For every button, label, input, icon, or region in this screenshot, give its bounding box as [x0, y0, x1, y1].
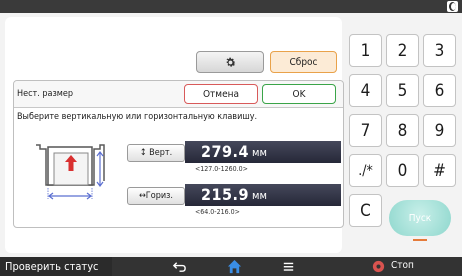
back-icon[interactable] [172, 259, 187, 274]
vertical-unit: мм [252, 146, 267, 159]
custom-size-panel: Нест. размер Отмена OK Выберите вертикал… [13, 80, 344, 228]
horizontal-size-button[interactable]: ↔Гориз. [127, 187, 185, 205]
bottom-bar: Проверить статус Стоп [0, 257, 462, 276]
energy-saver-icon[interactable] [447, 1, 458, 12]
key-6[interactable]: 6 [423, 74, 456, 107]
key-7[interactable]: 7 [349, 114, 382, 147]
vertical-size-button[interactable]: ↕ Верт. [127, 144, 185, 162]
key-3[interactable]: 3 [423, 34, 456, 67]
key-2[interactable]: 2 [386, 34, 419, 67]
horizontal-value-display: 215.9 мм [185, 184, 341, 206]
ok-button[interactable]: OK [262, 84, 336, 104]
vertical-range: <127.0-1260.0> [195, 165, 248, 173]
key-9[interactable]: 9 [423, 114, 456, 147]
key-1[interactable]: 1 [349, 34, 382, 67]
vertical-value-display: 279.4 мм [185, 141, 341, 163]
stop-icon[interactable] [371, 259, 386, 274]
stop-label[interactable]: Стоп [391, 260, 414, 271]
numeric-keypad: 1 2 3 4 5 6 7 8 9 ./* 0 # C Пуск [347, 17, 460, 253]
key-8[interactable]: 8 [386, 114, 419, 147]
settings-button[interactable] [196, 51, 264, 73]
vertical-value: 279.4 [201, 142, 250, 161]
key-dot-star[interactable]: ./* [349, 154, 382, 187]
cancel-button[interactable]: Отмена [184, 84, 258, 104]
key-clear[interactable]: C [349, 194, 382, 227]
gear-icon [225, 57, 236, 67]
top-status-bar [0, 0, 462, 13]
paper-size-illustration [36, 144, 105, 200]
key-hash[interactable]: # [423, 154, 456, 187]
horizontal-range: <64.0-216.0> [195, 208, 240, 216]
key-5[interactable]: 5 [386, 74, 419, 107]
instruction-text: Выберите вертикальную или горизонтальную… [17, 112, 258, 122]
menu-icon[interactable] [281, 259, 296, 274]
home-icon[interactable] [227, 259, 242, 274]
reset-button[interactable]: Сброс [270, 51, 337, 73]
panel-header: Нест. размер Отмена OK [14, 81, 343, 108]
main-panel: Сброс Нест. размер Отмена OK Выберите ве… [5, 17, 344, 253]
start-button[interactable]: Пуск [389, 200, 451, 236]
key-0[interactable]: 0 [386, 154, 419, 187]
key-4[interactable]: 4 [349, 74, 382, 107]
panel-title: Нест. размер [17, 89, 74, 99]
horizontal-unit: мм [252, 189, 267, 202]
check-status-button[interactable]: Проверить статус [0, 257, 112, 276]
horizontal-value: 215.9 [201, 185, 250, 204]
start-indicator [413, 239, 427, 241]
